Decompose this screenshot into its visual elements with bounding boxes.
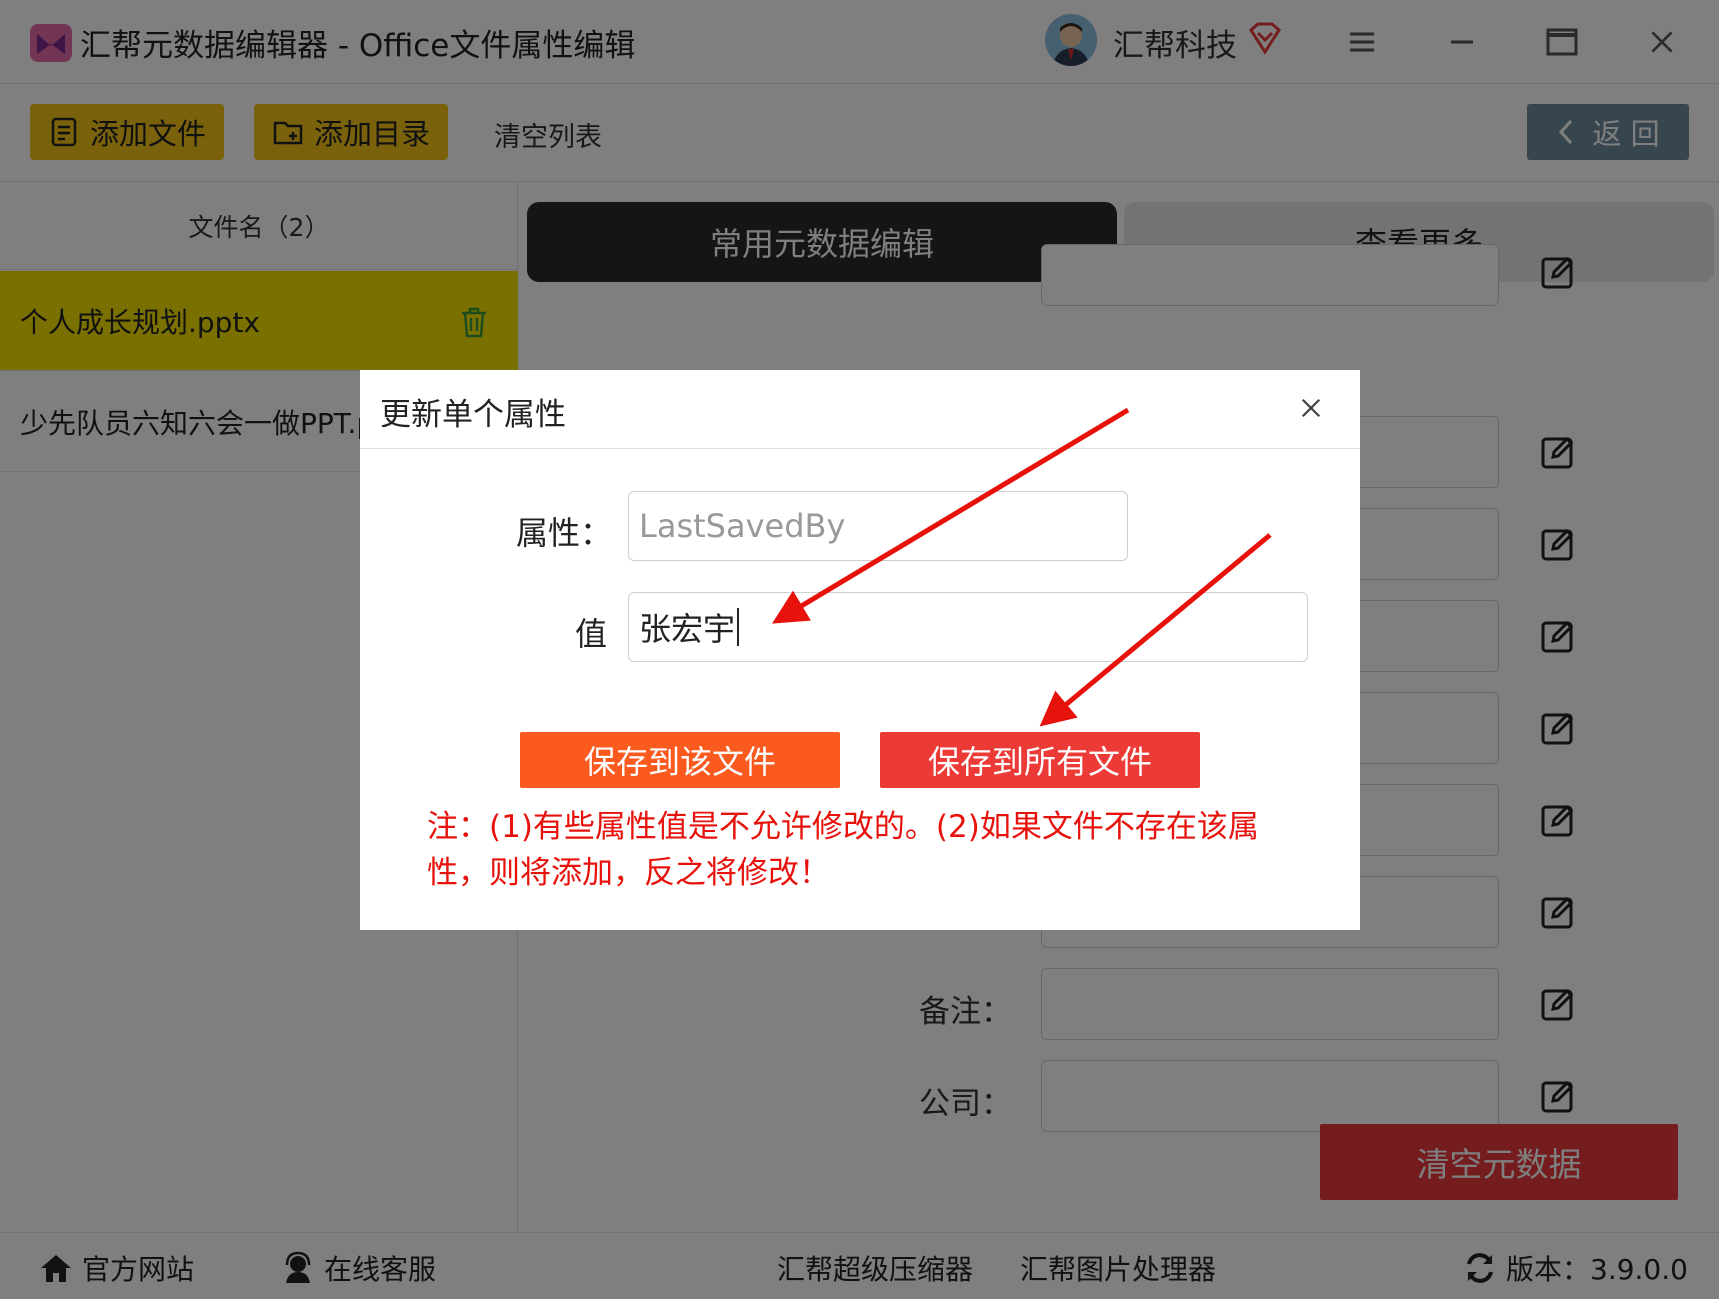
close-icon[interactable]: [1293, 390, 1329, 426]
value-label: 值: [575, 615, 608, 653]
value-input[interactable]: 张宏宇: [628, 592, 1308, 662]
save-to-all-files-button[interactable]: 保存到所有文件: [880, 732, 1200, 788]
value-text: 张宏宇: [639, 610, 736, 648]
property-input[interactable]: LastSavedBy: [628, 491, 1128, 561]
property-value: LastSavedBy: [639, 507, 846, 545]
save-to-this-file-button[interactable]: 保存到该文件: [520, 732, 840, 788]
dialog-note: 注：(1)有些属性值是不允许修改的。(2)如果文件不存在该属性，则将添加，反之将…: [427, 809, 1259, 891]
dialog-title: 更新单个属性: [380, 397, 566, 433]
text-caret: [737, 608, 740, 646]
property-label: 属性：: [516, 514, 613, 552]
dialog-divider: [360, 448, 1360, 449]
